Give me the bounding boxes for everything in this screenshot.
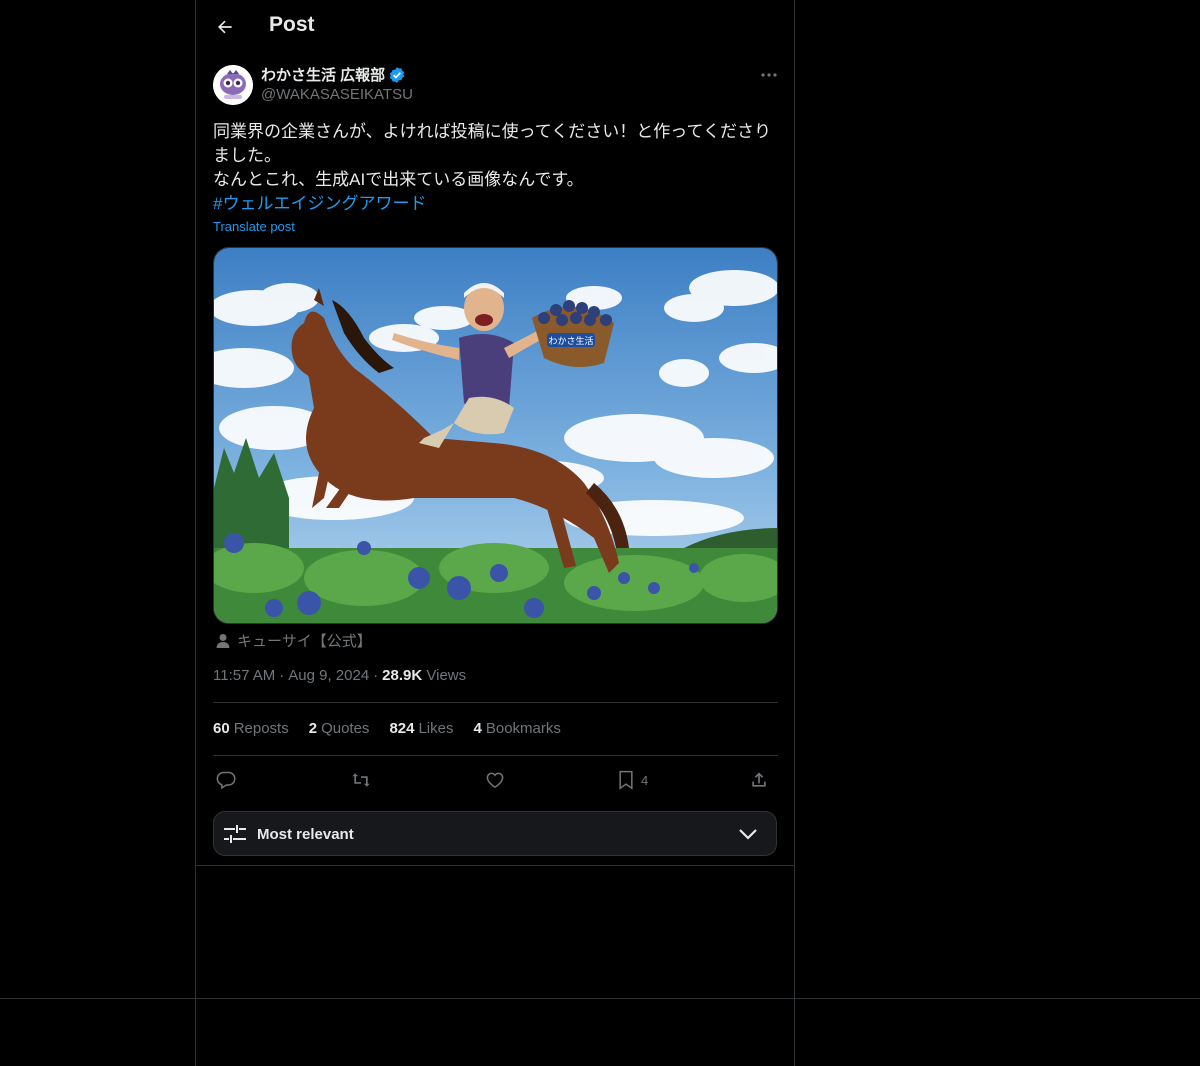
views-count: 28.9K Views [382,667,466,684]
share-icon [752,772,766,787]
post-text-line: なんとこれ、生成AIで出来ている画像なんです。 [213,170,584,189]
arrow-left-icon [218,20,232,34]
post-text-line: 同業界の企業さんが、よければ投稿に使ってください！と作ってくださり [213,122,771,141]
verified-badge-icon [390,66,405,83]
quotes-label: Quotes [321,720,370,737]
bookmark-icon [619,770,633,790]
reposts-stat[interactable]: 60 Reposts [213,720,289,737]
divider [196,865,794,866]
basket-label: わかさ生活 [548,335,593,347]
repost-icon [352,773,370,787]
page-header: Post [196,0,794,54]
views-label: Views [426,667,467,684]
reply-button[interactable] [216,766,236,794]
reply-icon [216,771,236,790]
divider [0,998,1200,999]
likes-label: Likes [418,720,454,737]
action-bar: 4 [213,766,778,794]
bookmarks-stat[interactable]: 4 Bookmarks [474,720,561,737]
sort-label: Most relevant [257,826,354,843]
sliders-icon [224,825,246,843]
avatar[interactable] [213,65,253,105]
more-options-button[interactable] [756,66,782,84]
post-text: 同業界の企業さんが、よければ投稿に使ってください！と作ってくださり ました。 な… [213,120,778,216]
meta-separator: · [279,667,285,684]
author-name-line[interactable]: わかさ生活 広報部 [261,64,406,85]
more-dots-icon [761,73,777,77]
post-meta: 11:57 AM · Aug 9, 2024 · 28.9K Views [213,667,466,684]
bookmark-button[interactable]: 4 [617,766,648,794]
post-image[interactable]: わかさ生活 [213,247,778,624]
post-time[interactable]: 11:57 AM [213,667,275,684]
reposts-label: Reposts [233,720,289,737]
author-display-name[interactable]: わかさ生活 広報部 [261,64,385,85]
like-button[interactable] [485,766,505,794]
bookmarks-count: 4 [473,720,482,737]
person-icon [216,633,230,648]
likes-count: 824 [389,720,415,737]
engagement-stats: 60 Reposts 2 Quotes 824 Likes 4 Bookmarks [213,720,561,737]
replies-sort-dropdown[interactable]: Most relevant [213,811,777,856]
divider [213,702,778,703]
bookmarks-label: Bookmarks [485,720,561,737]
bookmark-count: 4 [641,772,649,788]
likes-stat[interactable]: 824 Likes [389,720,453,737]
quotes-stat[interactable]: 2 Quotes [309,720,370,737]
heart-icon [486,772,504,788]
reposts-count: 60 [213,720,230,737]
author-handle[interactable]: @WAKASASEIKATSU [261,86,413,103]
quotes-count: 2 [308,720,318,737]
post-date[interactable]: Aug 9, 2024 [288,667,369,684]
image-credit[interactable]: キューサイ【公式】 [215,630,372,651]
post-text-line: ました。 [213,146,281,165]
back-button[interactable] [210,12,240,42]
main-column: Post わかさ生活 広報部 @WAKASASEIKATSU 同業界の企業さんが… [195,0,795,1066]
translate-post-link[interactable]: Translate post [213,219,295,234]
divider [213,755,778,756]
horse-rider-illustration: わかさ生活 [214,248,777,623]
repost-button[interactable] [350,766,372,794]
views-count-value: 28.9K [382,667,423,684]
page-title: Post [269,13,315,36]
share-button[interactable] [749,766,769,794]
chevron-down-icon [739,829,757,840]
hashtag-link[interactable]: #ウェルエイジングアワード [213,194,426,213]
meta-separator: · [373,667,379,684]
image-credit-name[interactable]: キューサイ【公式】 [237,630,372,651]
mascot-avatar-icon [213,65,253,105]
